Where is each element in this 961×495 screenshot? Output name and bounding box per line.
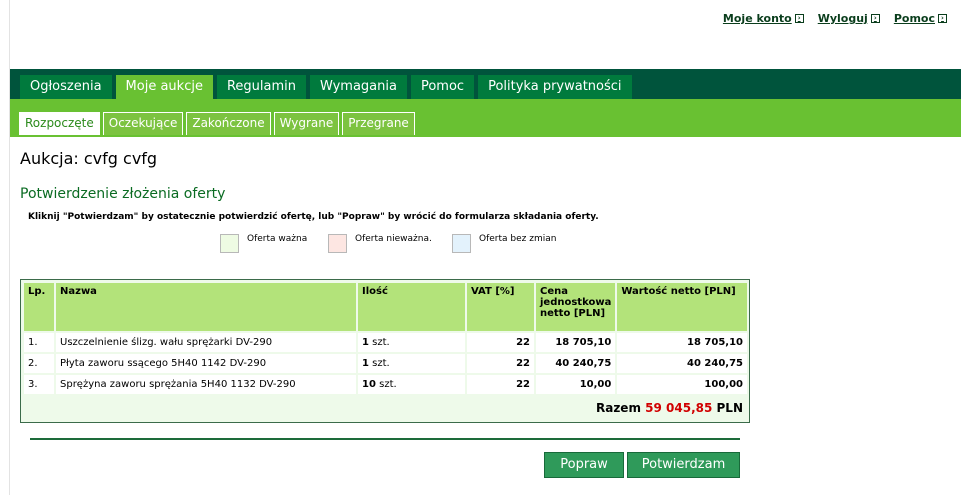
legend-unchanged: Oferta bez zmian (452, 234, 556, 253)
cell-lp: 2. (24, 354, 54, 373)
cell-net-value: 18 705,10 (617, 333, 747, 352)
subtab-won[interactable]: Wygrane (273, 112, 340, 135)
cell-name: Płyta zaworu ssącego 5H40 1142 DV-290 (56, 354, 356, 373)
subtab-finished[interactable]: Zakończone (186, 112, 271, 135)
instructions: Kliknij "Potwierdzam" by ostatecznie pot… (28, 212, 599, 222)
top-links: Moje konto › Wyloguj › Pomoc › (723, 12, 947, 25)
table-row: 1. Uszczelnienie ślizg. wału sprężarki D… (24, 333, 747, 352)
table-row: 3. Sprężyna zaworu sprężania 5H40 1132 D… (24, 375, 747, 394)
page-title: Aukcja: cvfg cvfg (20, 149, 158, 168)
cell-vat: 22 (467, 375, 534, 394)
tab-help[interactable]: Pomoc (410, 75, 475, 99)
legend-label: Oferta bez zmian (479, 234, 557, 244)
cell-quantity: 1 szt. (358, 333, 465, 352)
arrow-right-icon: › (870, 14, 880, 23)
total-sum: Razem 59 045,85 PLN (595, 401, 743, 415)
tab-privacy-policy[interactable]: Polityka prywatności (478, 75, 632, 99)
subtab-pending[interactable]: Oczekujące (102, 112, 184, 135)
cell-net-value: 100,00 (617, 375, 747, 394)
legend-valid: Oferta ważna (220, 234, 307, 253)
header-unit-price: Cena jednostkowa netto [PLN] (536, 283, 616, 331)
cell-lp: 3. (24, 375, 54, 394)
cell-name: Sprężyna zaworu sprężania 5H40 1132 DV-2… (56, 375, 356, 394)
section-title: Potwierdzenie złożenia oferty (20, 186, 226, 202)
cell-net-value: 40 240,75 (617, 354, 747, 373)
tab-requirements[interactable]: Wymagania (309, 75, 407, 99)
legend-swatch (220, 234, 239, 253)
header-vat: VAT [%] (467, 283, 534, 331)
cell-quantity: 1 szt. (358, 354, 465, 373)
legend-label: Oferta nieważna. (355, 234, 432, 244)
legend-invalid: Oferta nieważna. (328, 234, 432, 253)
link-help[interactable]: Pomoc › (894, 12, 947, 25)
frame-left-border (0, 0, 10, 495)
main-tab-bar: Ogłoszenia Moje aukcje Regulamin Wymagan… (10, 69, 961, 99)
legend-swatch (452, 234, 471, 253)
cell-vat: 22 (467, 333, 534, 352)
sub-tab-bar: Rozpoczęte Oczekujące Zakończone Wygrane… (10, 99, 961, 137)
arrow-right-icon: › (794, 14, 804, 23)
total-value: 59 045,85 (645, 401, 713, 415)
cell-unit-price: 18 705,10 (536, 333, 616, 352)
cell-unit-price: 40 240,75 (536, 354, 616, 373)
tab-my-auctions[interactable]: Moje aukcje (115, 75, 213, 99)
legend-swatch (328, 234, 347, 253)
table-header-row: Lp. Nazwa Ilość VAT [%] Cena jednostkowa… (24, 283, 747, 331)
header-name: Nazwa (56, 283, 356, 331)
header-lp: Lp. (24, 283, 54, 331)
cell-name: Uszczelnienie ślizg. wału sprężarki DV-2… (56, 333, 356, 352)
arrow-right-icon: › (938, 14, 947, 23)
cell-unit-price: 10,00 (536, 375, 616, 394)
tab-announcements[interactable]: Ogłoszenia (20, 75, 112, 99)
subtab-started[interactable]: Rozpoczęte (19, 112, 100, 135)
confirm-button[interactable]: Potwierdzam (627, 452, 740, 478)
header-quantity: Ilość (358, 283, 465, 331)
offer-table: Lp. Nazwa Ilość VAT [%] Cena jednostkowa… (22, 281, 749, 396)
table-row: 2. Płyta zaworu ssącego 5H40 1142 DV-290… (24, 354, 747, 373)
tab-regulations[interactable]: Regulamin (216, 75, 306, 99)
link-my-account[interactable]: Moje konto › (723, 12, 804, 25)
fix-button[interactable]: Popraw (544, 452, 624, 478)
link-logout[interactable]: Wyloguj › (818, 12, 880, 25)
cell-lp: 1. (24, 333, 54, 352)
cell-quantity: 10 szt. (358, 375, 465, 394)
header-net-value: Wartość netto [PLN] (617, 283, 747, 331)
subtab-lost[interactable]: Przegrane (342, 112, 415, 135)
offer-summary-box: Lp. Nazwa Ilość VAT [%] Cena jednostkowa… (20, 279, 750, 423)
legend-label: Oferta ważna (247, 234, 308, 244)
cell-vat: 22 (467, 354, 534, 373)
divider (30, 438, 740, 440)
